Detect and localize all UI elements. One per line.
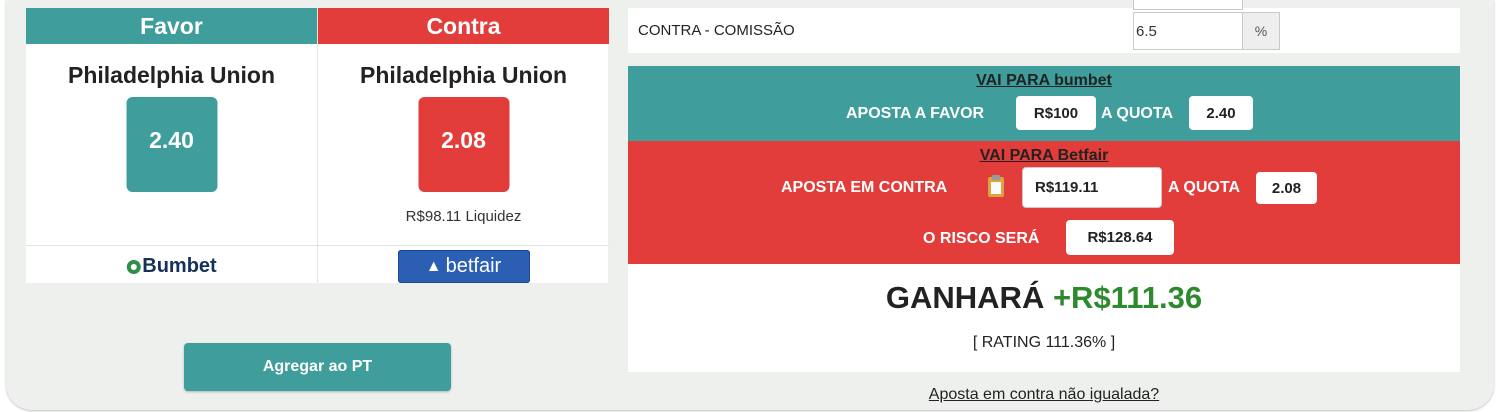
favor-odds-label: A QUOTA <box>1101 105 1173 122</box>
favor-panel-title[interactable]: VAI PARA bumbet <box>628 72 1460 90</box>
bumbet-icon <box>126 259 141 274</box>
rating-text: [ RATING 111.36% ] <box>972 334 1116 351</box>
contra-team-name: Philadelphia Union <box>359 62 567 88</box>
bumbet-logo-text: Bumbet <box>142 255 217 277</box>
unmatched-lay-link[interactable]: Aposta em contra não igualada? <box>628 386 1460 404</box>
commission-label: CONTRA - COMISSÃO <box>638 22 795 39</box>
clipboard-icon[interactable] <box>988 175 1004 197</box>
risk-value: R$128.64 <box>1066 220 1174 255</box>
commission-input[interactable] <box>1133 12 1243 50</box>
favor-odds-box[interactable]: 2.40 <box>126 97 217 192</box>
profit-line: GANHARÁ +R$111.36 <box>628 280 1460 316</box>
bet-summary-table: Favor Philadelphia Union 2.40 Bumbet Con… <box>26 8 609 283</box>
favor-column: Favor Philadelphia Union 2.40 Bumbet <box>26 8 317 283</box>
contra-instruction-panel: VAI PARA Betfair APOSTA EM CONTRA R$119.… <box>628 141 1460 264</box>
contra-logo-row: ▲ betfair <box>318 245 609 284</box>
contra-stake-input[interactable]: R$119.11 <box>1022 167 1162 208</box>
contra-odds-chip: 2.08 <box>1256 172 1317 204</box>
betfair-logo-text: betfair <box>445 255 502 277</box>
favor-stake-label: APOSTA A FAVOR <box>846 105 985 122</box>
contra-panel-title[interactable]: VAI PARA Betfair <box>628 147 1460 165</box>
risk-label: O RISCO SERÁ <box>923 230 1040 247</box>
commission-unit: % <box>1243 12 1280 50</box>
favor-stake-value: R$100 <box>1016 96 1096 130</box>
contra-stake-label: APOSTA EM CONTRA <box>781 179 948 196</box>
profit-amount: +R$111.36 <box>1052 280 1203 315</box>
previous-input-edge <box>1133 0 1243 10</box>
favor-odds-value: 2.40 <box>149 127 194 153</box>
liquidity-text: R$98.11 Liquidez <box>405 208 522 225</box>
commission-row: CONTRA - COMISSÃO % <box>628 0 1460 53</box>
betfair-arrow-icon: ▲ <box>425 257 442 275</box>
result-panel: GANHARÁ +R$111.36 [ RATING 111.36% ] <box>628 264 1460 372</box>
profit-label: GANHARÁ <box>885 280 1045 315</box>
add-to-pt-button[interactable]: Agregar ao PT <box>184 343 451 391</box>
betfair-logo[interactable]: ▲ betfair <box>397 250 530 283</box>
contra-header: Contra <box>318 8 609 44</box>
favor-logo-row: Bumbet <box>26 245 317 284</box>
contra-odds-label: A QUOTA <box>1168 179 1240 196</box>
contra-column: Contra Philadelphia Union 2.08 R$98.11 L… <box>317 8 609 283</box>
contra-odds-value: 2.08 <box>441 127 486 153</box>
bumbet-logo[interactable]: Bumbet <box>126 255 217 278</box>
contra-odds-box[interactable]: 2.08 <box>418 97 509 192</box>
favor-header: Favor <box>26 8 317 44</box>
favor-instruction-panel: VAI PARA bumbet APOSTA A FAVOR R$100 A Q… <box>628 66 1460 141</box>
favor-team-name: Philadelphia Union <box>67 62 275 88</box>
favor-odds-chip: 2.40 <box>1189 96 1253 130</box>
